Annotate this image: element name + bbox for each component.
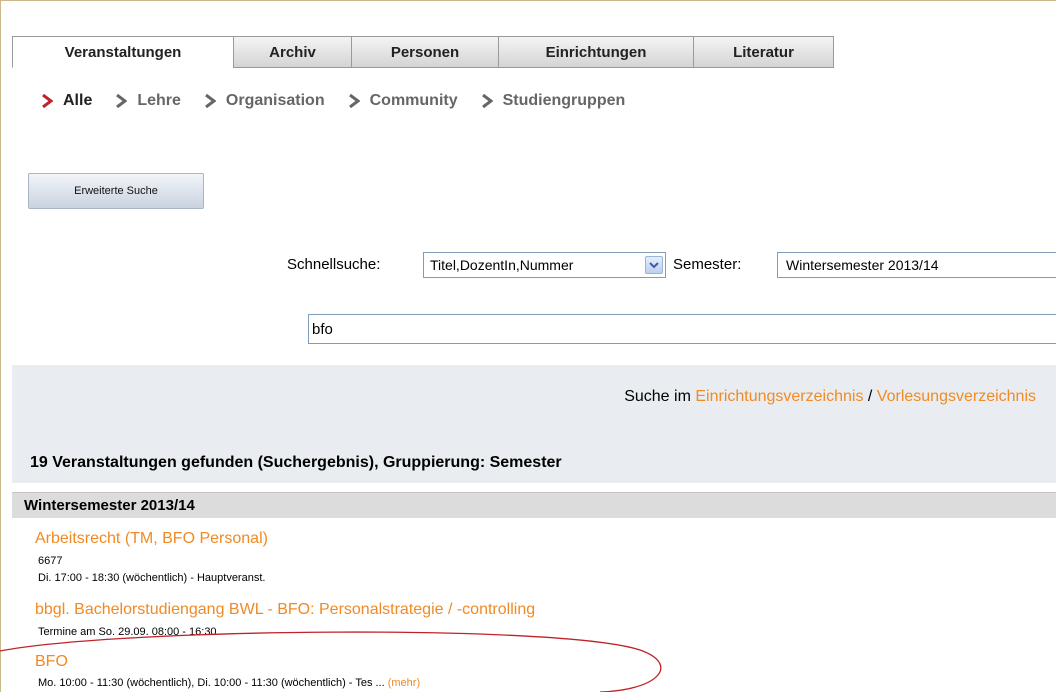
result-panel: Suche im Einrichtungsverzeichnis / Vorle… xyxy=(12,365,1056,483)
quick-search-scope-select[interactable]: Titel,DozentIn,Nummer xyxy=(423,252,666,278)
semester-label: Semester: xyxy=(673,256,742,273)
course-title-link[interactable]: Arbeitsrecht (TM, BFO Personal) xyxy=(35,530,268,548)
quick-search-label: Schnellsuche: xyxy=(287,256,381,273)
semester-value: Wintersemester 2013/14 xyxy=(786,257,939,273)
course-schedule: Termine am So. 29.09. 08:00 - 16:30 xyxy=(38,626,217,638)
semester-select[interactable]: Wintersemester 2013/14 xyxy=(777,252,1056,278)
tab-einrichtungen[interactable]: Einrichtungen xyxy=(498,36,694,68)
subnav-label: Organisation xyxy=(225,92,325,109)
result-heading: 19 Veranstaltungen gefunden (Suchergebni… xyxy=(30,454,562,471)
tab-archiv[interactable]: Archiv xyxy=(233,36,352,68)
tab-personen[interactable]: Personen xyxy=(351,36,499,68)
course-number: 6677 xyxy=(38,555,63,567)
search-query: bfo xyxy=(312,320,333,338)
subnav-label: Lehre xyxy=(137,92,181,109)
chevron-right-icon xyxy=(205,94,216,108)
subnav-label: Studiengruppen xyxy=(502,92,626,109)
more-link[interactable]: (mehr) xyxy=(388,677,420,689)
search-input[interactable]: bfo xyxy=(308,314,1056,344)
semester-group-header: Wintersemester 2013/14 xyxy=(12,492,1056,518)
select-value: Titel,DozentIn,Nummer xyxy=(430,257,574,273)
chevron-right-icon xyxy=(348,94,360,108)
vorlesungsverzeichnis-link[interactable]: Vorlesungsverzeichnis xyxy=(877,388,1036,405)
tab-literatur[interactable]: Literatur xyxy=(693,36,834,68)
search-in-prefix: Suche im xyxy=(624,388,691,405)
main-tabs: Veranstaltungen Archiv Personen Einricht… xyxy=(12,36,834,68)
subnav-item-alle[interactable]: Alle xyxy=(42,92,92,110)
subnav-item-lehre[interactable]: Lehre xyxy=(116,92,181,110)
course-schedule: Mo. 10:00 - 11:30 (wöchentlich), Di. 10:… xyxy=(38,677,385,689)
separator: / xyxy=(867,388,873,405)
sub-navigation: Alle Lehre Organisation Community Studie… xyxy=(42,92,649,110)
einrichtungsverzeichnis-link[interactable]: Einrichtungsverzeichnis xyxy=(695,388,863,405)
chevron-down-icon[interactable] xyxy=(645,256,663,274)
chevron-right-icon xyxy=(481,94,493,108)
course-schedule-line: Mo. 10:00 - 11:30 (wöchentlich), Di. 10:… xyxy=(38,677,420,689)
course-title-link[interactable]: BFO xyxy=(35,653,68,671)
course-schedule: Di. 17:00 - 18:30 (wöchentlich) - Hauptv… xyxy=(38,572,266,584)
tab-veranstaltungen[interactable]: Veranstaltungen xyxy=(12,36,234,68)
course-title-link[interactable]: bbgl. Bachelorstudiengang BWL - BFO: Per… xyxy=(35,601,535,619)
subnav-label: Community xyxy=(369,92,458,109)
search-in-line: Suche im Einrichtungsverzeichnis / Vorle… xyxy=(624,388,1036,406)
subnav-label: Alle xyxy=(63,92,93,109)
chevron-right-icon xyxy=(42,94,53,108)
chevron-right-icon xyxy=(116,94,128,108)
subnav-item-community[interactable]: Community xyxy=(348,92,458,110)
subnav-item-studiengruppen[interactable]: Studiengruppen xyxy=(481,92,626,110)
extended-search-button[interactable]: Erweiterte Suche xyxy=(28,173,204,209)
subnav-item-organisation[interactable]: Organisation xyxy=(205,92,325,110)
